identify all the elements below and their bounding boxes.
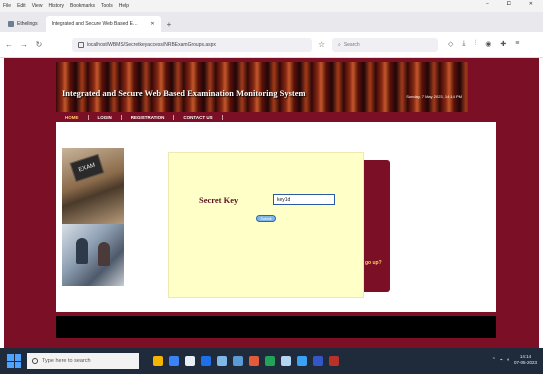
downloads-icon[interactable]: ⤓ <box>462 40 465 48</box>
taskbar-app-icon[interactable] <box>249 356 259 366</box>
tab-close-icon[interactable]: ✕ <box>150 21 154 27</box>
new-tab-button[interactable]: + <box>167 20 172 29</box>
side-panel: go up? <box>362 160 390 292</box>
tab-label: Ethelings <box>17 21 38 27</box>
browser-search-input[interactable]: ⌕ Search <box>332 38 438 52</box>
nav-contact-us[interactable]: CONTACT US <box>174 114 223 120</box>
secret-key-panel: Secret Key Submit <box>168 152 364 298</box>
taskbar-app-icon[interactable] <box>153 356 163 366</box>
taskbar-clock[interactable]: 14:14 07-05-2023 <box>514 354 537 366</box>
menu-icon[interactable]: ≡ <box>515 40 519 48</box>
exam-board: EXAM <box>69 153 105 183</box>
search-icon: ⌕ <box>338 42 341 48</box>
secret-key-label: Secret Key <box>199 195 239 205</box>
taskbar-apps <box>153 356 339 366</box>
maximize-button[interactable]: ⧠ <box>507 1 511 7</box>
taskbar-app-icon[interactable] <box>313 356 323 366</box>
site-title: Integrated and Secure Web Based Examinat… <box>62 88 306 98</box>
windows-taskbar: Type here to search ⌃ ⌁ ◐ 14:14 07-05-20… <box>0 348 543 374</box>
site-footer <box>56 316 496 338</box>
taskbar-search-placeholder: Type here to search <box>42 358 91 364</box>
nav-registration[interactable]: REGISTRATION <box>122 114 175 120</box>
submit-button[interactable]: Submit <box>256 215 276 222</box>
tab-strip: Ethelings Integrated and Secure Web Base… <box>0 12 543 32</box>
tab-exam-system[interactable]: Integrated and Secure Web Based E… ✕ <box>45 16 161 32</box>
taskbar-app-icon[interactable] <box>233 356 243 366</box>
person-shape <box>98 242 110 266</box>
reload-icon[interactable]: ↻ <box>33 40 45 49</box>
taskbar-app-icon[interactable] <box>169 356 179 366</box>
menu-help[interactable]: Help <box>119 3 129 9</box>
forward-icon[interactable]: → <box>18 40 30 49</box>
address-bar[interactable]: localhost/WBMS/Secretkeyaccess/NRBExamGr… <box>72 38 312 52</box>
students-photo <box>62 224 124 286</box>
window-controls: – ⧠ ✕ <box>486 1 539 7</box>
site-date: Sunday, 7 May 2023, 14:14 PM <box>406 94 462 99</box>
nav-login[interactable]: LOGIN <box>89 114 122 120</box>
start-button[interactable] <box>7 354 21 368</box>
browser-menubar: File Edit View History Bookmarks Tools H… <box>0 0 543 12</box>
menu-view[interactable]: View <box>32 3 43 9</box>
menu-bookmarks[interactable]: Bookmarks <box>70 3 95 9</box>
library-icon[interactable]: ⫶ <box>475 40 477 48</box>
content-area: EXAM go up? Secret Key Submit <box>56 122 496 312</box>
secret-key-input[interactable] <box>273 194 335 205</box>
site-banner: Integrated and Secure Web Based Examinat… <box>56 62 468 112</box>
tab-ethelings[interactable]: Ethelings <box>2 16 44 32</box>
bookmark-star-icon[interactable]: ☆ <box>318 40 325 49</box>
search-placeholder: Search <box>343 42 360 48</box>
taskbar-app-icon[interactable] <box>329 356 339 366</box>
browser-navbar: ← → ↻ localhost/WBMS/Secretkeyaccess/NRB… <box>0 32 543 58</box>
person-shape <box>76 238 88 264</box>
back-icon[interactable]: ← <box>3 40 15 49</box>
menu-edit[interactable]: Edit <box>17 3 26 9</box>
exam-photo: EXAM <box>62 148 124 224</box>
extensions-icon[interactable]: ✚ <box>500 40 506 48</box>
site-info-icon[interactable] <box>78 42 84 48</box>
pocket-icon[interactable]: ◇ <box>448 40 453 48</box>
web-page: Integrated and Secure Web Based Examinat… <box>4 58 539 348</box>
tab-favicon-icon <box>8 21 14 27</box>
toolbar-icons: ◇ ⤓ ⫶ ◉ ✚ ≡ <box>448 40 519 48</box>
search-icon <box>32 358 38 364</box>
taskbar-app-icon[interactable] <box>281 356 291 366</box>
system-tray: ⌃ ⌁ ◐ 14:14 07-05-2023 <box>492 354 537 366</box>
tab-label: Integrated and Secure Web Based E… <box>51 21 138 27</box>
taskbar-app-icon[interactable] <box>297 356 307 366</box>
close-window-button[interactable]: ✕ <box>529 1 533 7</box>
taskbar-app-icon[interactable] <box>185 356 195 366</box>
side-panel-text: go up? <box>365 260 382 266</box>
minimize-button[interactable]: – <box>486 1 489 7</box>
menu-file[interactable]: File <box>3 3 11 9</box>
menu-history[interactable]: History <box>48 3 64 9</box>
menu-tools[interactable]: Tools <box>101 3 113 9</box>
taskbar-app-icon[interactable] <box>217 356 227 366</box>
site-nav: HOME LOGIN REGISTRATION CONTACT US <box>56 112 468 122</box>
taskbar-search-input[interactable]: Type here to search <box>27 353 139 369</box>
url-text: localhost/WBMS/Secretkeyaccess/NRBExamGr… <box>87 42 216 48</box>
network-icon[interactable]: ⌁ <box>500 357 503 363</box>
tray-chevron-icon[interactable]: ⌃ <box>492 357 496 363</box>
taskbar-app-icon[interactable] <box>265 356 275 366</box>
clock-date: 07-05-2023 <box>513 360 537 365</box>
account-icon[interactable]: ◉ <box>485 40 491 48</box>
volume-icon[interactable]: ◐ <box>507 357 510 363</box>
taskbar-app-icon[interactable] <box>201 356 211 366</box>
nav-home[interactable]: HOME <box>56 114 89 120</box>
